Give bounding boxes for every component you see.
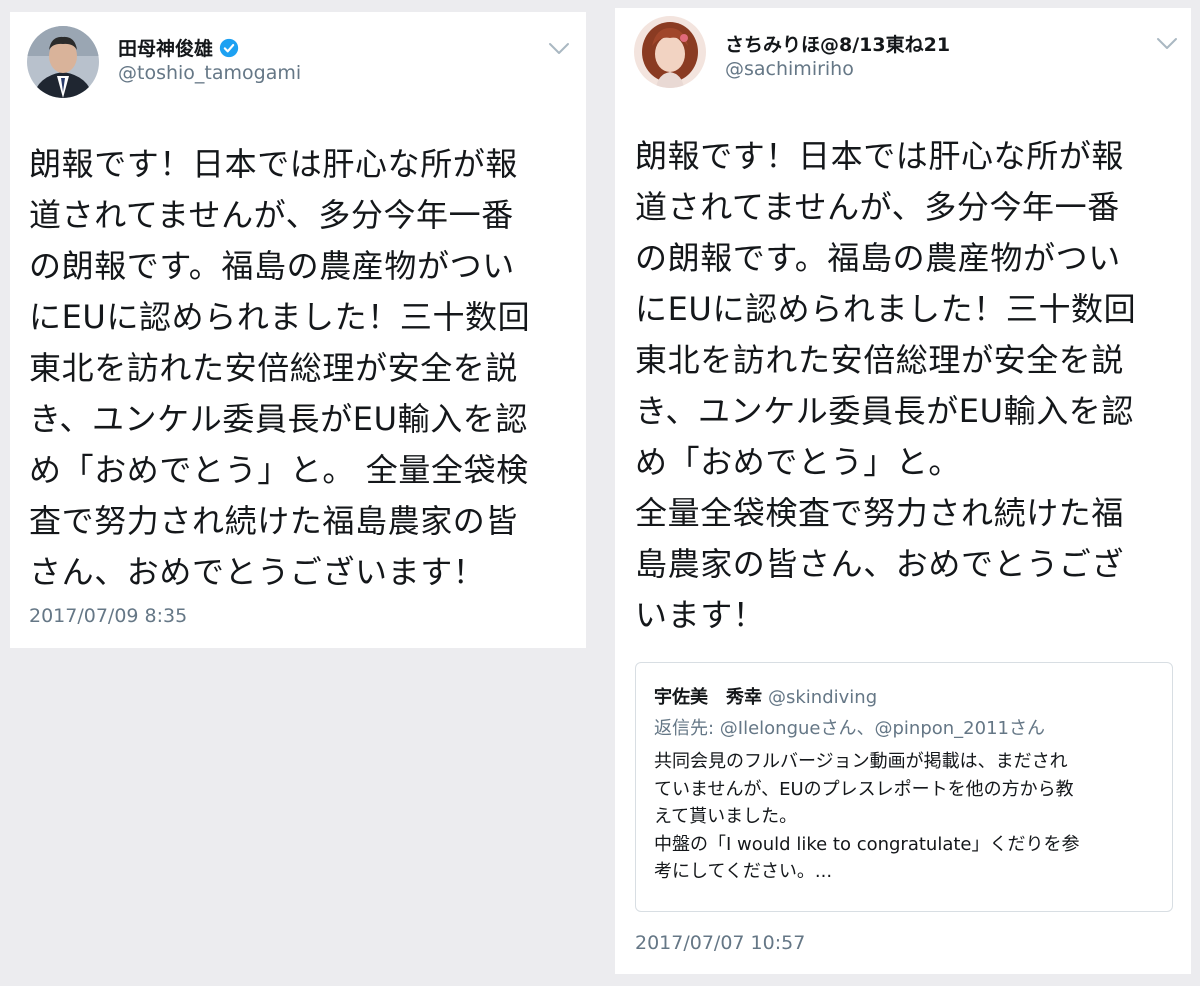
tweet-line: 道されてませんが、多分今年一番 [635,188,1120,226]
tweet-line: 東北を訪れた安倍総理が安全を説 [29,349,519,387]
tweet-card-sachimiriho: さちみりほ@8/13東ね21 @sachimiriho 朗報です！日本では肝心な… [615,8,1191,974]
chevron-down-icon[interactable] [1156,37,1178,51]
tweet-line: の朗報です。福島の農産物がつい [29,247,515,285]
tweet-line: 全量全袋検査で努力され続けた福 [635,494,1125,532]
quoted-line: 中盤の「I would like to congratulate」くだりを参 [654,833,1080,855]
avatar[interactable] [27,26,99,98]
chevron-down-icon[interactable] [548,42,570,56]
quoted-line: えて貰いました。 [654,806,798,827]
tweet-line: き、ユンケル委員長がEU輸入を認 [635,392,1135,430]
quoted-tweet[interactable]: 宇佐美 秀幸 @skindiving 返信先: @Ilelongueさん、@pin… [635,662,1173,912]
quoted-text: 共同会見のフルバージョン動画が掲載は、まだされ ていませんが、EUのプレスレポート… [654,748,1080,886]
quoted-line: 共同会見のフルバージョン動画が掲載は、まだされ [654,751,1068,772]
avatar[interactable] [634,16,706,88]
tweet-line: にEUに認められました！三十数回 [29,298,531,336]
quoted-line: 考にしてください。... [654,861,833,882]
quoted-reply-to: 返信先: @Ilelongueさん、@pinpon_2011さん [654,718,1045,739]
tweet-line: 東北を訪れた安倍総理が安全を説 [635,341,1125,379]
tweet-line: 査で努力され続けた福島農家の皆 [29,502,519,540]
quoted-display-name: 宇佐美 秀幸 [654,687,762,708]
handle[interactable]: @toshio_tamogami [118,62,301,84]
tweet-line: にEUに認められました！三十数回 [635,290,1137,328]
tweet-line: 島農家の皆さん、おめでとうござ [635,545,1125,583]
verified-badge-icon [219,38,239,57]
tweet-line: さん、おめでとうございます！ [29,553,486,591]
timestamp[interactable]: 2017/07/07 10:57 [635,932,805,954]
tweet-line: 道されてませんが、多分今年一番 [29,196,514,234]
handle[interactable]: @sachimiriho [725,58,854,80]
tweet-line: の朗報です。福島の農産物がつい [635,239,1121,277]
timestamp[interactable]: 2017/07/09 8:35 [29,605,187,627]
tweet-line: 朗報です！日本では肝心な所が報 [635,137,1125,175]
quoted-handle: @skindiving [768,687,878,708]
tweet-line: います！ [635,596,766,634]
avatar-portrait-woman [634,16,706,88]
quoted-line: ていませんが、EUのプレスレポートを他の方から教 [654,778,1074,800]
avatar-portrait-man [27,26,99,98]
display-name[interactable]: 田母神俊雄 [118,34,213,61]
tweet-line: め「おめでとう」と。 [635,443,962,481]
tweet-text: 朗報です！日本では肝心な所が報 道されてませんが、多分今年一番 の朗報です。福島の農… [635,131,1136,641]
quoted-author: 宇佐美 秀幸 @skindiving [654,683,877,709]
tweet-card-tamogami: 田母神俊雄 @toshio_tamogami 朗報です！日本では肝心な所が報 道さ… [10,12,586,648]
display-name[interactable]: さちみりほ@8/13東ね21 [725,30,950,57]
tweet-line: め「おめでとう」と。 全量全袋検 [29,451,529,489]
tweet-text: 朗報です！日本では肝心な所が報 道されてませんが、多分今年一番 の朗報です。福島の農… [29,139,530,598]
tweet-line: き、ユンケル委員長がEU輸入を認 [29,400,529,438]
tweet-line: 朗報です！日本では肝心な所が報 [29,145,519,183]
